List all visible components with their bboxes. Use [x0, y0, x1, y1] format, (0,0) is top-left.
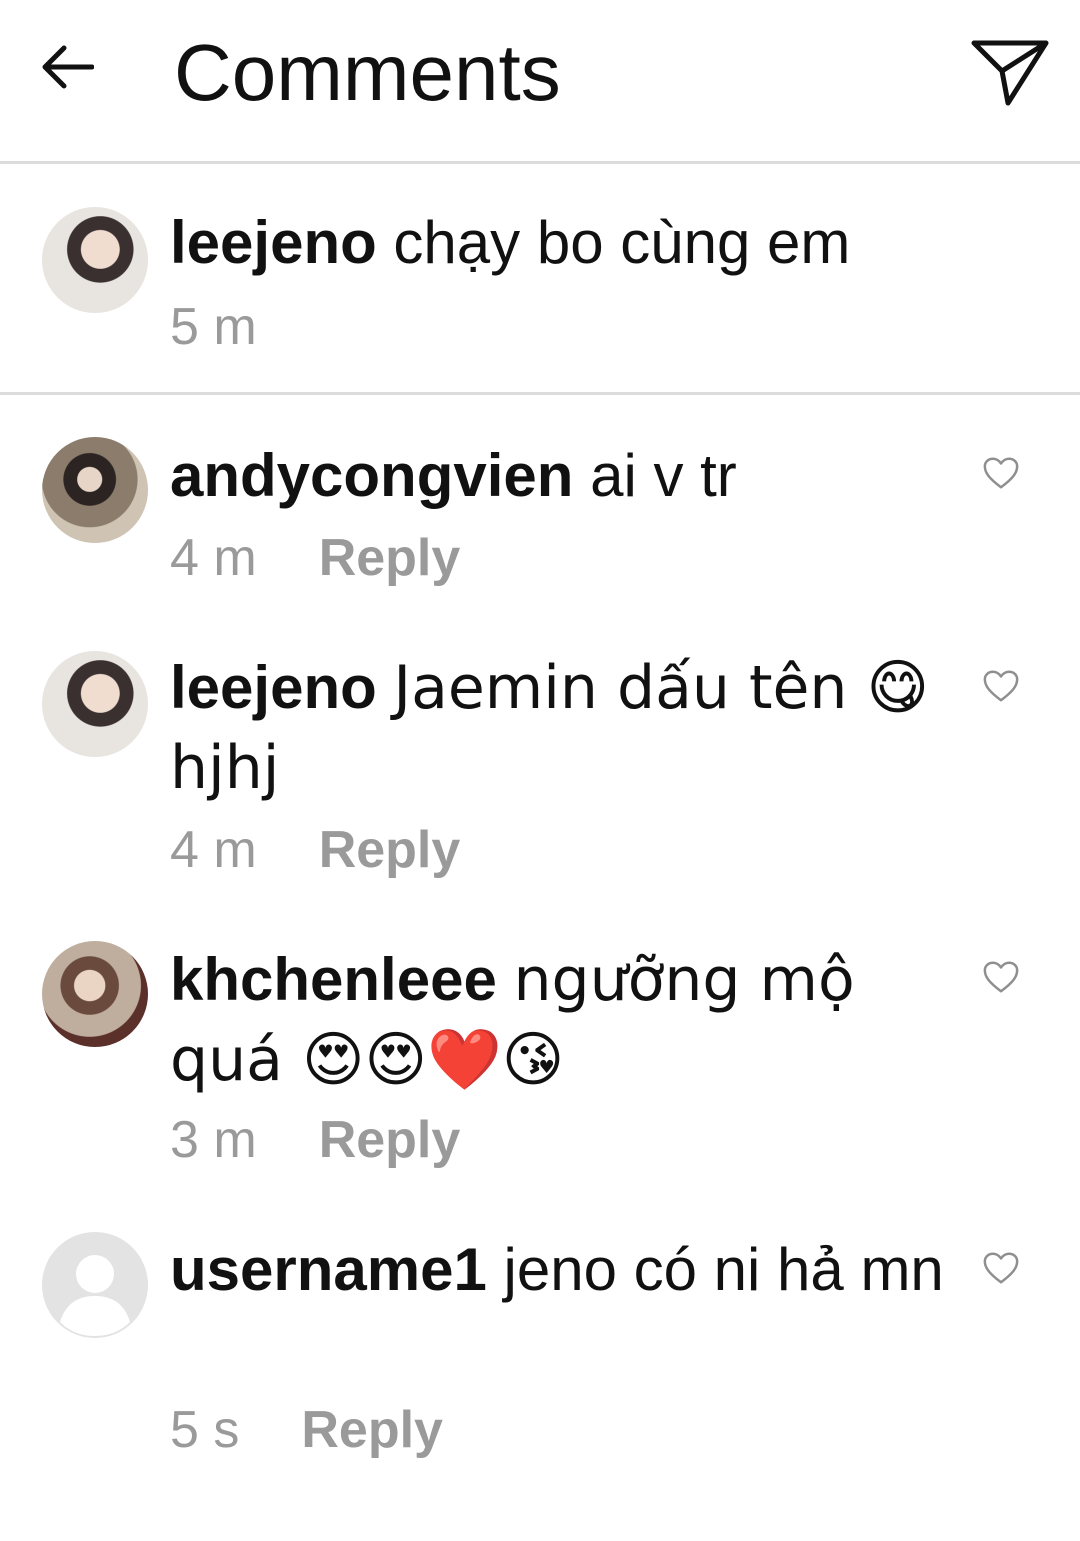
- timestamp: 5 s: [170, 1401, 240, 1459]
- timestamp: 4 m: [170, 821, 257, 879]
- heart-outline-icon[interactable]: [982, 959, 1020, 995]
- avatar[interactable]: [42, 651, 148, 757]
- avatar[interactable]: [42, 207, 148, 313]
- back-button[interactable]: [30, 30, 104, 104]
- timestamp: 5 m: [170, 298, 257, 356]
- comment-username[interactable]: andycongvien: [170, 442, 573, 509]
- heart-outline-icon[interactable]: [982, 668, 1020, 704]
- comment-meta: 4 m Reply: [170, 528, 460, 588]
- avatar[interactable]: [42, 1232, 148, 1338]
- comment-meta: 4 m Reply: [170, 820, 460, 880]
- heart-outline-icon[interactable]: [982, 455, 1020, 491]
- comment-text: username1 jeno có ni hả mn: [170, 1230, 950, 1310]
- caption-text: leejeno chạy bo cùng em: [170, 203, 950, 283]
- reply-button[interactable]: Reply: [319, 820, 461, 880]
- default-avatar-icon: [43, 1233, 147, 1337]
- page-title: Comments: [174, 28, 561, 117]
- caption-meta: 5 m: [170, 297, 257, 357]
- arrow-left-icon: [42, 45, 94, 89]
- comment-body: ai v tr: [590, 442, 737, 509]
- timestamp: 4 m: [170, 529, 257, 587]
- share-button[interactable]: [966, 30, 1054, 112]
- comment-username[interactable]: khchenleee: [170, 946, 497, 1013]
- comments-screen: Comments leejeno chạy bo cùng em 5 m and…: [0, 0, 1080, 1541]
- comment-username[interactable]: username1: [170, 1236, 487, 1303]
- avatar[interactable]: [42, 941, 148, 1047]
- caption-body: chạy bo cùng em: [393, 209, 851, 276]
- timestamp: 3 m: [170, 1111, 257, 1169]
- comment-body: jeno có ni hả mn: [503, 1236, 944, 1303]
- comment-text: andycongvien ai v tr: [170, 436, 950, 516]
- header-bar: Comments: [0, 0, 1080, 164]
- reply-button[interactable]: Reply: [319, 1110, 461, 1170]
- avatar[interactable]: [42, 437, 148, 543]
- post-caption: leejeno chạy bo cùng em 5 m: [0, 167, 1080, 395]
- reply-button[interactable]: Reply: [319, 528, 461, 588]
- paper-plane-icon: [971, 40, 1049, 106]
- reply-button[interactable]: Reply: [301, 1400, 443, 1460]
- comment-username[interactable]: leejeno: [170, 654, 377, 721]
- comment-text: khchenleee ngưỡng mộ quá 😍😍❤️😘: [170, 940, 950, 1100]
- comment-text: leejeno Jaemin dấu tên 😋 hjhj: [170, 648, 950, 808]
- comment-meta: 5 s Reply: [170, 1400, 443, 1460]
- heart-outline-icon[interactable]: [982, 1250, 1020, 1286]
- comment-meta: 3 m Reply: [170, 1110, 460, 1170]
- caption-username[interactable]: leejeno: [170, 209, 377, 276]
